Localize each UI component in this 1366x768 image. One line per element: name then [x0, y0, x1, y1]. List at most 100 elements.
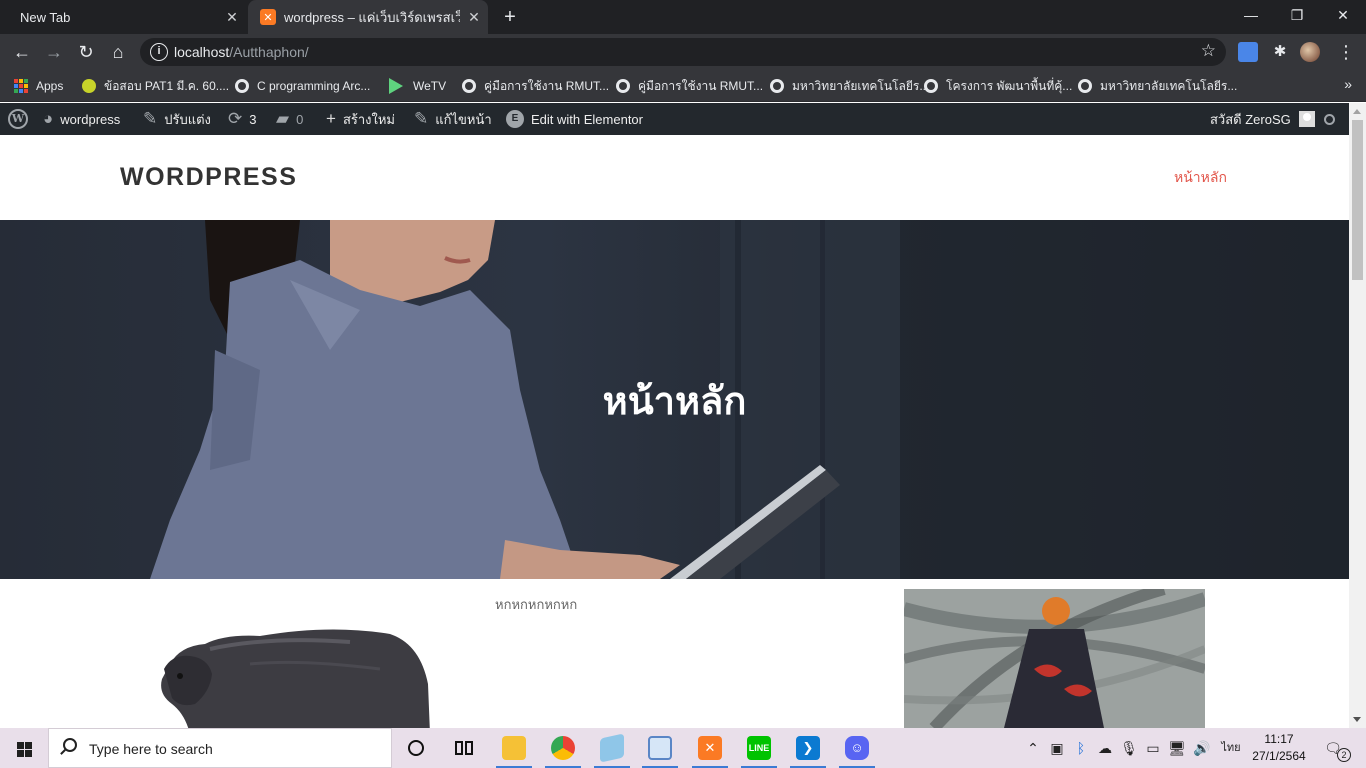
bookmark-university-1[interactable]: มหาวิทยาลัยเทคโนโลยีร...: [770, 76, 929, 96]
bookmark-rmut-manual-1[interactable]: คู่มือการใช้งาน RMUT...: [462, 76, 609, 96]
task-view-button[interactable]: [442, 728, 486, 768]
user-avatar: [1298, 111, 1315, 127]
battery-icon[interactable]: ▭: [1143, 728, 1163, 768]
globe-icon: [1078, 79, 1092, 93]
site-info-icon[interactable]: i: [150, 43, 168, 61]
hero-banner: หน้าหลัก: [0, 220, 1349, 579]
discord-icon: ☺: [845, 736, 869, 760]
scrollbar-thumb[interactable]: [1352, 120, 1363, 280]
address-bar[interactable]: i localhost/Autthaphon/ ☆: [140, 38, 1226, 66]
bookmark-pat1[interactable]: ข้อสอบ PAT1 มี.ค. 60....: [82, 76, 229, 96]
wp-my-account[interactable]: สวัสดี ZeroSG: [1210, 103, 1315, 135]
extensions-puzzle-icon[interactable]: ✱: [1270, 42, 1290, 62]
search-icon: [1324, 113, 1335, 125]
onedrive-cloud-icon[interactable]: ☁: [1095, 728, 1115, 768]
url-text[interactable]: localhost/Autthaphon/: [174, 44, 309, 60]
bookmark-project[interactable]: โครงการ พัฒนาพื้นที่คุ้...: [924, 76, 1072, 96]
taskbar-clock[interactable]: 11:17 27/1/2564: [1248, 731, 1310, 765]
taskbar-discord[interactable]: ☺: [835, 728, 879, 768]
cortana-button[interactable]: [394, 728, 438, 768]
updates-icon: ⟳: [228, 109, 243, 128]
chrome-menu-icon[interactable]: ⋮: [1332, 38, 1360, 66]
bluetooth-icon[interactable]: ᛒ: [1071, 728, 1091, 768]
input-language-indicator[interactable]: ไทย: [1218, 728, 1244, 768]
bookmarks-bar: Apps ข้อสอบ PAT1 มี.ค. 60.... C programm…: [0, 70, 1366, 102]
tab-wordpress[interactable]: ✕ wordpress – แค่เว็บเวิร์ดเพรสเว็บหนึ่ง…: [248, 0, 488, 34]
profile-avatar[interactable]: [1300, 42, 1320, 62]
taskbar-line[interactable]: LINE: [737, 728, 781, 768]
tab-title: wordpress – แค่เว็บเวิร์ดเพรสเว็บหนึ่ง: [284, 9, 460, 25]
taskbar-image-viewer[interactable]: [638, 728, 682, 768]
anime-character-image: [904, 589, 1205, 728]
xampp-icon: ✕: [698, 736, 722, 760]
scroll-down-arrow-icon[interactable]: [1353, 717, 1361, 722]
xampp-favicon-icon: ✕: [260, 9, 276, 25]
wp-edit-page[interactable]: ✎ แก้ไขหน้า: [414, 103, 492, 135]
globe-icon: [770, 79, 784, 93]
bookmark-c-programming[interactable]: C programming Arc...: [235, 76, 370, 96]
start-button[interactable]: [0, 728, 48, 768]
wordpress-logo-icon: W: [8, 109, 28, 129]
folder-icon: [502, 736, 526, 760]
task-view-icon: [455, 741, 463, 755]
taskbar-notepad[interactable]: [590, 728, 634, 768]
page-scrollbar[interactable]: [1349, 103, 1366, 728]
bookmark-star-icon[interactable]: ☆: [1201, 41, 1216, 61]
bookmark-rmut-manual-2[interactable]: คู่มือการใช้งาน RMUT...: [616, 76, 763, 96]
wp-updates[interactable]: ⟳ 3: [228, 103, 256, 135]
action-center-button[interactable]: 🗨 2: [1318, 728, 1351, 768]
home-button[interactable]: ⌂: [104, 38, 132, 66]
show-hidden-icons-button[interactable]: ⌃: [1024, 728, 1042, 768]
network-icon[interactable]: 🖥: [1167, 728, 1187, 768]
comment-bubble-icon: ▰: [276, 109, 290, 128]
taskbar-file-explorer[interactable]: [492, 728, 536, 768]
taskbar-search-box[interactable]: Type here to search: [48, 728, 392, 768]
globe-icon: [235, 79, 249, 93]
dashboard-icon: ◕: [43, 109, 54, 128]
wp-site-name[interactable]: ◕ wordpress: [43, 103, 120, 135]
globe-icon: [616, 79, 630, 93]
bookmark-wetv[interactable]: WeTV: [389, 76, 446, 96]
tab-new-tab[interactable]: New Tab ✕: [0, 0, 246, 34]
plus-icon: +: [326, 109, 336, 128]
minimize-button[interactable]: —: [1228, 0, 1274, 30]
close-window-button[interactable]: ✕: [1320, 0, 1366, 30]
site-title[interactable]: WORDPRESS: [120, 163, 297, 192]
meet-now-icon[interactable]: ▣: [1047, 728, 1067, 768]
tab-close-icon[interactable]: ✕: [218, 9, 246, 26]
wp-new-content[interactable]: + สร้างใหม่: [326, 103, 395, 135]
taskbar-chrome[interactable]: [541, 728, 585, 768]
globe-icon: [924, 79, 938, 93]
back-button[interactable]: ←: [8, 38, 36, 66]
volume-icon[interactable]: 🔊: [1191, 728, 1213, 768]
reload-button[interactable]: ↻: [72, 38, 100, 66]
page-content: หกหกหกหกหก: [0, 579, 1349, 728]
new-tab-button[interactable]: +: [498, 4, 522, 30]
nav-home-link[interactable]: หน้าหลัก: [1174, 167, 1227, 189]
bookmark-university-2[interactable]: มหาวิทยาลัยเทคโนโลยีร...: [1078, 76, 1237, 96]
wp-logo-menu[interactable]: W: [8, 103, 28, 135]
tab-close-icon[interactable]: ✕: [460, 9, 488, 26]
wp-comments[interactable]: ▰ 0: [276, 103, 303, 135]
browser-tab-strip: New Tab ✕ ✕ wordpress – แค่เว็บเวิร์ดเพร…: [0, 0, 1366, 34]
restore-button[interactable]: ❐: [1274, 0, 1320, 30]
pat-favicon-icon: [82, 79, 96, 93]
microphone-icon[interactable]: 🎙: [1119, 728, 1139, 768]
search-icon: [63, 738, 77, 752]
bookmark-apps[interactable]: Apps: [14, 76, 63, 96]
taskbar-xampp[interactable]: ✕: [688, 728, 732, 768]
content-paragraph: หกหกหกหกหก: [495, 597, 578, 612]
notification-count-badge: 2: [1337, 748, 1351, 762]
wp-search[interactable]: [1324, 103, 1335, 135]
browser-toolbar: ← → ↻ ⌂ i localhost/Autthaphon/ ☆ ✱ ⋮: [0, 34, 1366, 70]
wp-edit-elementor[interactable]: E Edit with Elementor: [506, 103, 643, 135]
bookmarks-overflow-button[interactable]: »: [1344, 76, 1352, 92]
taskbar-vscode[interactable]: ❯: [786, 728, 830, 768]
wp-customize[interactable]: ✎ ปรับแต่ง: [143, 103, 211, 135]
scroll-up-arrow-icon[interactable]: [1353, 109, 1361, 114]
hero-title: หน้าหลัก: [602, 381, 747, 423]
google-translate-extension-icon[interactable]: [1238, 42, 1258, 62]
forward-button[interactable]: →: [40, 38, 68, 66]
site-header: WORDPRESS หน้าหลัก: [0, 135, 1349, 220]
photo-icon: [648, 736, 672, 760]
